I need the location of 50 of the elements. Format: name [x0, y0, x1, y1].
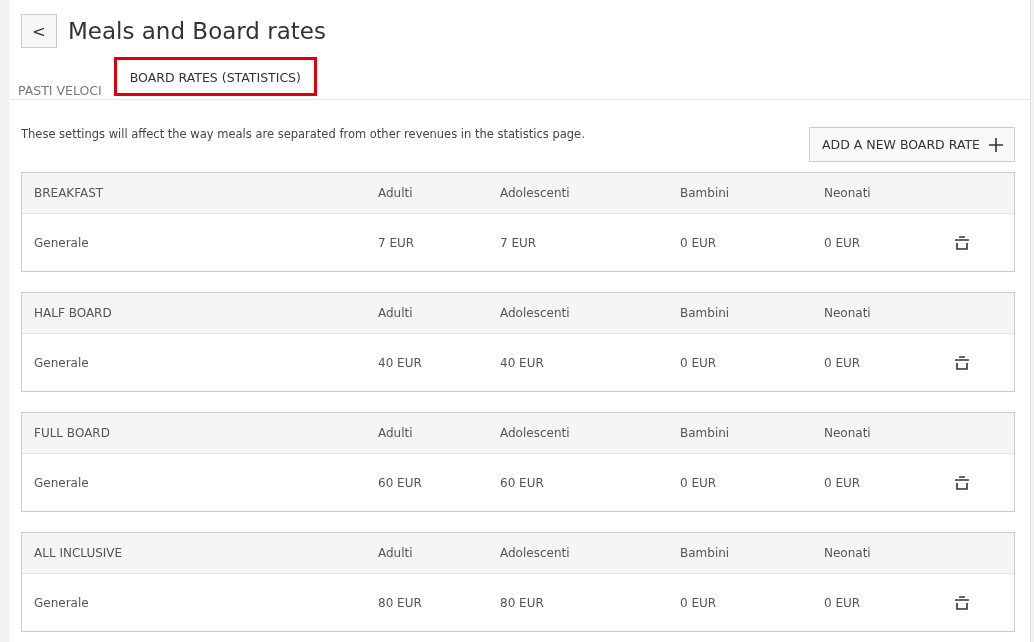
table-cell-text: 40 EUR [378, 355, 423, 370]
table-cell-text: Generale [34, 355, 90, 370]
tab[interactable]: BOARD RATES (STATISTICS) [113, 57, 317, 96]
board-name: BREAKFAST [34, 186, 105, 200]
column-header: Bambini [680, 306, 731, 320]
table-cell-text: 0 EUR [824, 475, 862, 490]
table-cell-text: 60 EUR [378, 475, 423, 490]
table-cell-text: 0 EUR [680, 475, 718, 490]
column-header: Adolescenti [500, 546, 571, 560]
table-cell-text: 0 EUR [824, 235, 862, 250]
table-cell-text: 40 EUR [500, 355, 545, 370]
column-header: Neonati [824, 426, 872, 440]
description: These settings will affect the way meals are separated from other revenues in the statistics page. [21, 127, 585, 141]
trash-icon[interactable] [954, 594, 970, 611]
column-header: Adolescenti [500, 306, 571, 320]
page-title: Meals and Board rates [68, 18, 326, 44]
column-header: Neonati [824, 186, 872, 200]
back-button[interactable]: < [21, 14, 57, 48]
column-header: Adulti [378, 306, 414, 320]
table-cell-text: 0 EUR [680, 355, 718, 370]
plus-icon [988, 136, 1004, 153]
table-cell-text: 0 EUR [824, 595, 862, 610]
table-cell-text: 7 EUR [500, 235, 538, 250]
trash-icon[interactable] [954, 474, 970, 491]
table-cell-text: Generale [34, 475, 90, 490]
table-cell-text: 0 EUR [680, 235, 718, 250]
trash-icon[interactable] [954, 354, 970, 371]
board-name: ALL INCLUSIVE [34, 546, 124, 560]
column-header: Adolescenti [500, 186, 571, 200]
column-header: Bambini [680, 186, 731, 200]
column-header: Adolescenti [500, 426, 571, 440]
column-header: Neonati [824, 546, 872, 560]
add-board-rate-button[interactable]: ADD A NEW BOARD RATE [809, 127, 1015, 162]
column-header: Adulti [378, 426, 414, 440]
table-cell-text: 60 EUR [500, 475, 545, 490]
trash-icon[interactable] [954, 234, 970, 251]
table-cell-text: 0 EUR [680, 595, 718, 610]
column-header: Bambini [680, 426, 731, 440]
board-name: FULL BOARD [34, 426, 111, 440]
table-cell-text: 80 EUR [500, 595, 545, 610]
column-header: Adulti [378, 546, 414, 560]
column-header: Bambini [680, 546, 731, 560]
column-header: Adulti [378, 186, 414, 200]
table-cell-text: Generale [34, 235, 90, 250]
table-cell-text: 80 EUR [378, 595, 423, 610]
table-cell-text: Generale [34, 595, 90, 610]
column-header: Neonati [824, 306, 872, 320]
table-cell-text: 7 EUR [378, 235, 416, 250]
table-cell-text: 0 EUR [824, 355, 862, 370]
board-name: HALF BOARD [34, 306, 113, 320]
